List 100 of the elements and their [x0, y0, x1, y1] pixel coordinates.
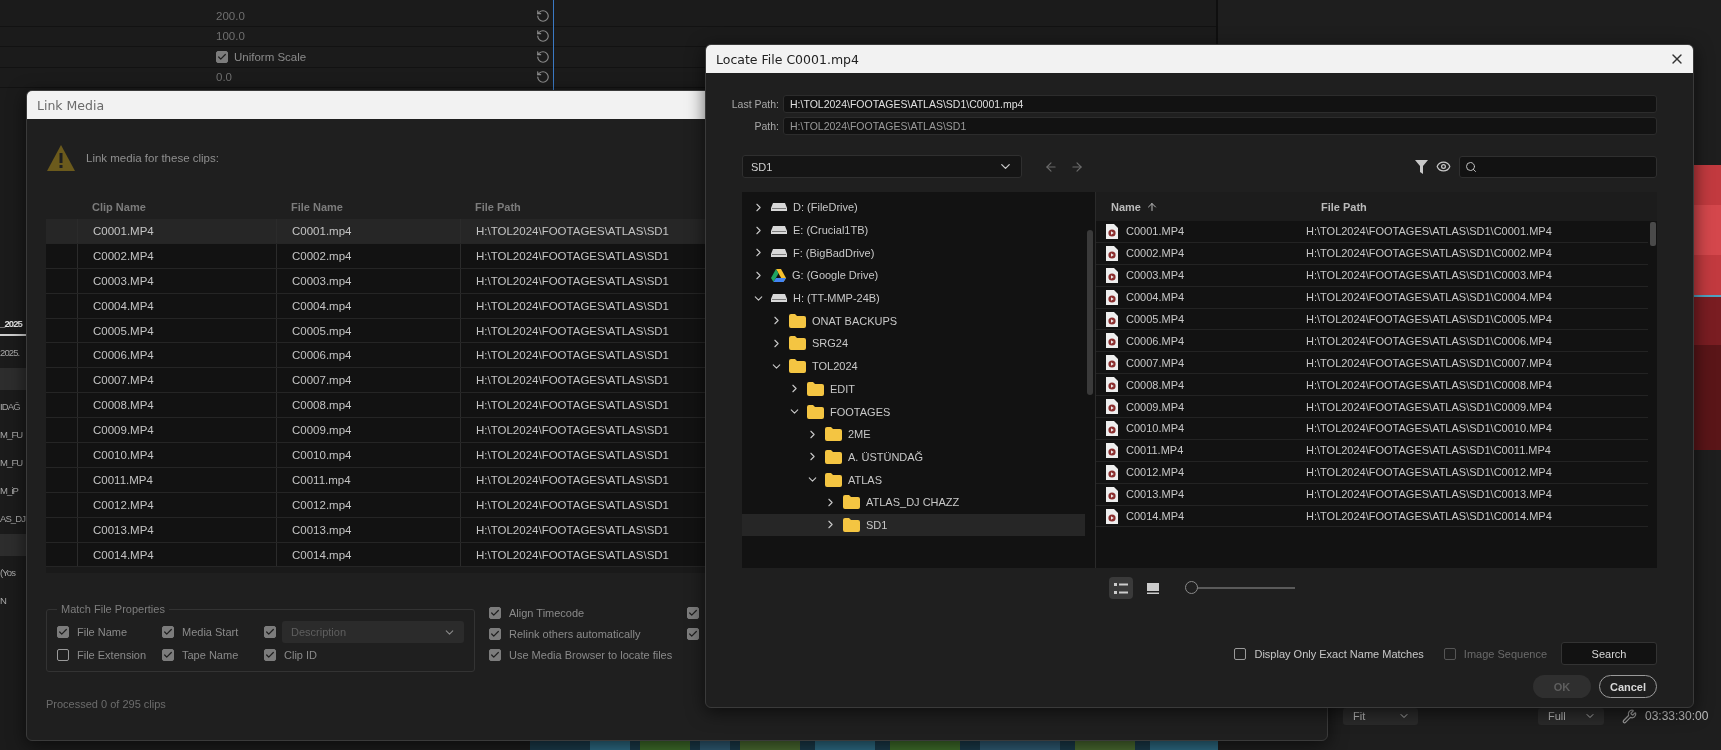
list-view-button[interactable]: [1109, 577, 1133, 599]
search-button[interactable]: Search: [1561, 642, 1657, 665]
table-cell: C0012.MP4: [77, 492, 276, 517]
table-cell: C0008.MP4: [77, 393, 276, 418]
file-path: H:\TOL2024\FOOTAGES\ATLAS\SD1\C0013.MP4: [1306, 488, 1553, 501]
video-file-icon: [1106, 399, 1118, 415]
folder-icon: [789, 359, 806, 374]
location-dropdown[interactable]: SD1: [742, 155, 1022, 178]
file-row[interactable]: C0003.MP4 H:\TOL2024\FOOTAGES\ATLAS\SD1\C0003.MP4: [1096, 264, 1648, 287]
tree-item[interactable]: ATLAS: [742, 468, 1085, 491]
column-header[interactable]: Clip Name: [77, 195, 276, 219]
video-file-icon: [1106, 333, 1118, 349]
file-row[interactable]: C0007.MP4 H:\TOL2024\FOOTAGES\ATLAS\SD1\C0007.MP4: [1096, 352, 1648, 375]
checkbox[interactable]: [264, 649, 276, 662]
field-label: Path:: [753, 120, 779, 132]
checkbox[interactable]: [57, 649, 69, 662]
file-row[interactable]: C0001.MP4 H:\TOL2024\FOOTAGES\ATLAS\SD1\C0001.MP4: [1096, 221, 1648, 243]
file-name: C0010.MP4: [1126, 422, 1186, 435]
reset-icon[interactable]: [536, 70, 550, 85]
file-path: H:\TOL2024\FOOTAGES\ATLAS\SD1\C0003.MP4: [1306, 269, 1553, 282]
file-row[interactable]: C0006.MP4 H:\TOL2024\FOOTAGES\ATLAS\SD1\C0006.MP4: [1096, 330, 1648, 353]
slider-thumb[interactable]: [1185, 581, 1198, 594]
file-name: C0003.MP4: [1126, 269, 1186, 282]
tree-item[interactable]: F: (BigBadDrive): [742, 241, 1085, 265]
list-item[interactable]: M_FU: [0, 450, 26, 474]
tree-item[interactable]: SD1: [742, 513, 1085, 537]
list-item[interactable]: N: [0, 588, 26, 612]
tree-item[interactable]: D: (FileDrive): [742, 196, 1085, 219]
table-cell: C0001.mp4: [276, 219, 460, 243]
checkbox[interactable]: [687, 607, 699, 620]
list-item[interactable]: IDAĞ: [0, 394, 26, 418]
reset-icon[interactable]: [536, 29, 550, 44]
last-path-field[interactable]: H:\TOL2024\FOOTAGES\ATLAS\SD1\C0001.mp4: [783, 95, 1657, 113]
file-row[interactable]: C0008.MP4 H:\TOL2024\FOOTAGES\ATLAS\SD1\C0008.MP4: [1096, 374, 1648, 397]
list-item[interactable]: AS_DJ: [0, 506, 26, 530]
property-value[interactable]: 100.0: [216, 30, 536, 43]
tree-item[interactable]: ATLAS_DJ CHAZZ: [742, 490, 1085, 514]
message-text: Link media for these clips:: [86, 152, 219, 164]
folder-icon: [843, 495, 860, 510]
folder-icon: [825, 449, 842, 464]
file-row[interactable]: C0012.MP4 H:\TOL2024\FOOTAGES\ATLAS\SD1\C0012.MP4: [1096, 461, 1648, 484]
cancel-button[interactable]: Cancel: [1599, 675, 1657, 698]
tree-item[interactable]: E: (Crucial1TB): [742, 218, 1085, 242]
timecode: 03:33:30:00: [1645, 709, 1709, 723]
list-row: [0, 368, 26, 390]
list-item[interactable]: M_FU: [0, 422, 26, 446]
video-file-icon: [1106, 289, 1118, 305]
reset-icon[interactable]: [536, 8, 550, 23]
checkbox[interactable]: [489, 628, 501, 641]
checkbox[interactable]: [162, 649, 174, 662]
checkbox[interactable]: [489, 649, 501, 662]
file-path: H:\TOL2024\FOOTAGES\ATLAS\SD1\C0005.MP4: [1306, 313, 1553, 325]
eye-icon[interactable]: [1436, 159, 1451, 174]
list-icon: [1114, 582, 1128, 594]
column-header[interactable]: File Path: [1306, 200, 1657, 213]
checkbox[interactable]: [489, 607, 501, 620]
filter-icon[interactable]: [1415, 159, 1428, 174]
list-item[interactable]: M_iP: [0, 478, 26, 502]
file-row[interactable]: C0011.MP4 H:\TOL2024\FOOTAGES\ATLAS\SD1\C0011.MP4: [1096, 439, 1648, 462]
table-cell: C0008.mp4: [276, 393, 460, 418]
checkbox[interactable]: [162, 626, 174, 639]
tree-item[interactable]: A. ÜSTÜNDAĞ: [742, 445, 1085, 469]
file-row[interactable]: C0010.MP4 H:\TOL2024\FOOTAGES\ATLAS\SD1\C0010.MP4: [1096, 418, 1648, 440]
column-header[interactable]: Name: [1096, 200, 1306, 213]
table-cell: C0003.MP4: [77, 268, 276, 293]
file-row[interactable]: C0009.MP4 H:\TOL2024\FOOTAGES\ATLAS\SD1\C0009.MP4: [1096, 396, 1648, 418]
path-field[interactable]: H:\TOL2024\FOOTAGES\ATLAS\SD1: [783, 117, 1657, 135]
checkbox[interactable]: [687, 628, 699, 641]
checkbox[interactable]: [216, 50, 228, 63]
back-icon[interactable]: [1044, 159, 1058, 174]
file-row[interactable]: C0005.MP4 H:\TOL2024\FOOTAGES\ATLAS\SD1\C0005.MP4: [1096, 308, 1648, 331]
reset-icon[interactable]: [536, 49, 550, 64]
property-value[interactable]: 200.0: [216, 9, 536, 22]
checkbox[interactable]: [57, 626, 69, 639]
folder-icon: [843, 517, 860, 532]
table-cell: C0013.MP4: [77, 517, 276, 542]
file-row[interactable]: C0002.MP4 H:\TOL2024\FOOTAGES\ATLAS\SD1\C0002.MP4: [1096, 242, 1648, 265]
video-file-icon: [1106, 311, 1118, 327]
file-row[interactable]: C0004.MP4 H:\TOL2024\FOOTAGES\ATLAS\SD1\C0004.MP4: [1096, 286, 1648, 309]
checkbox[interactable]: [1234, 647, 1247, 660]
table-cell: C0009.mp4: [276, 418, 460, 442]
video-file-icon: [1106, 223, 1118, 239]
file-path: H:\TOL2024\FOOTAGES\ATLAS\SD1\C0014.MP4: [1306, 510, 1553, 522]
forward-icon[interactable]: [1070, 159, 1084, 174]
file-name: C0011.MP4: [1126, 444, 1185, 457]
table-cell: C0011.MP4: [77, 467, 276, 492]
table-cell: C0006.MP4: [77, 343, 276, 368]
checkbox-label: Use Media Browser to locate files: [509, 649, 673, 662]
list-item[interactable]: 2025.: [0, 340, 26, 364]
file-row[interactable]: C0013.MP4 H:\TOL2024\FOOTAGES\ATLAS\SD1\C0013.MP4: [1096, 483, 1648, 506]
scrollbar[interactable]: [1087, 230, 1093, 395]
column-header[interactable]: File Name: [276, 195, 460, 219]
list-item[interactable]: (Yos: [0, 560, 26, 584]
checkbox[interactable]: [264, 626, 276, 639]
scrollbar[interactable]: [1650, 222, 1656, 246]
table-cell: C0005.mp4: [276, 318, 460, 343]
wrench-icon[interactable]: [1622, 708, 1637, 724]
search-field[interactable]: [1459, 155, 1657, 178]
list-row: [0, 534, 26, 556]
file-row[interactable]: C0014.MP4 H:\TOL2024\FOOTAGES\ATLAS\SD1\C0014.MP4: [1096, 505, 1648, 528]
